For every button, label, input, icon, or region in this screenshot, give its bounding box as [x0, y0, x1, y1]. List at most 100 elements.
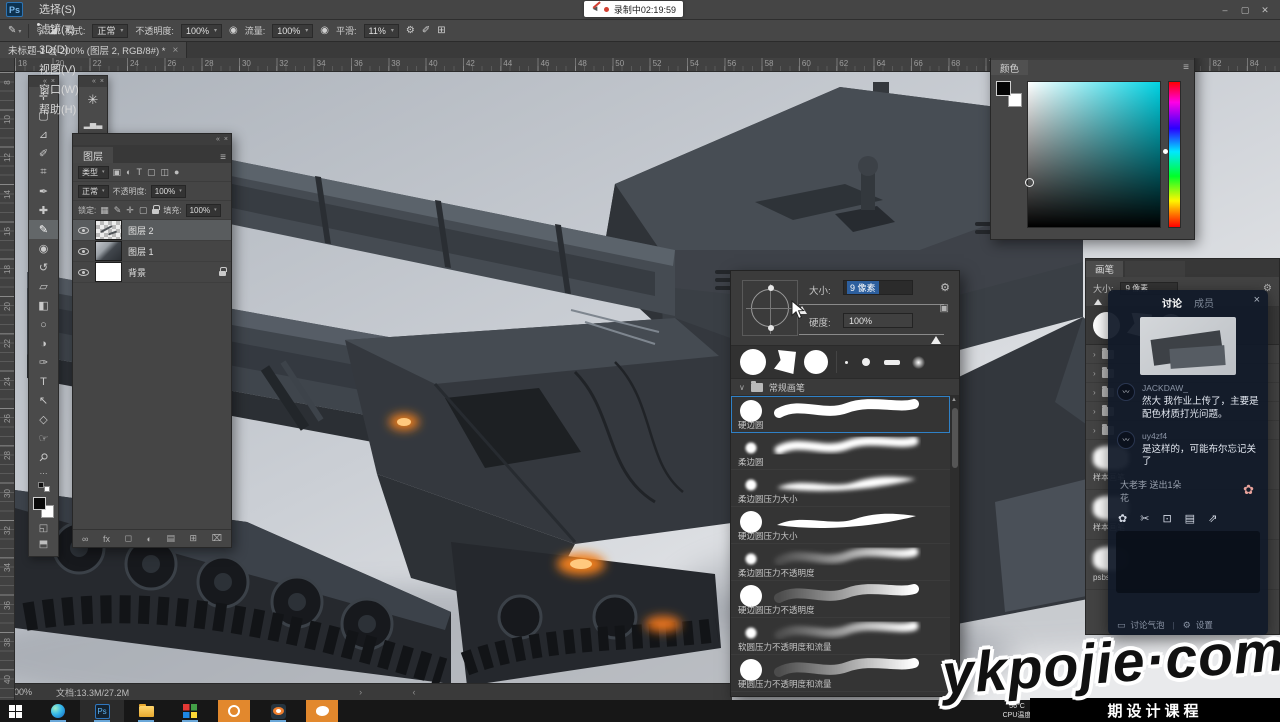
- layer-thumbnail[interactable]: [95, 220, 122, 240]
- hardness-field[interactable]: 100%: [843, 313, 913, 328]
- scroll-up-icon[interactable]: ▲: [951, 397, 957, 403]
- recent-brush-dot-icon[interactable]: [862, 358, 870, 366]
- hue-slider[interactable]: [1168, 81, 1181, 228]
- new-layer-icon[interactable]: ⊞: [190, 533, 198, 544]
- recent-brush-flat-icon[interactable]: [884, 360, 900, 365]
- history-brush-tool[interactable]: ↺: [29, 258, 58, 277]
- color-swatches[interactable]: [33, 497, 54, 518]
- fill-select[interactable]: 100%: [186, 204, 221, 217]
- scissors-icon[interactable]: ✂: [1140, 512, 1149, 525]
- close-button[interactable]: ✕: [1256, 1, 1274, 19]
- collapsed-icon[interactable]: ›: [1093, 369, 1096, 378]
- taskbar-clock-app[interactable]: [218, 700, 250, 722]
- lock-position-icon[interactable]: ✛: [126, 205, 134, 216]
- scroll-chevrons[interactable]: › ‹: [359, 687, 440, 697]
- clone-stamp-tool[interactable]: ◉: [29, 239, 58, 258]
- airbrush-opacity-icon[interactable]: ◉: [229, 25, 238, 36]
- smoothing-select[interactable]: 11%: [364, 24, 399, 38]
- layer-row[interactable]: 图层 2: [73, 220, 231, 241]
- eyedropper-tool[interactable]: ✒: [29, 182, 58, 201]
- brush-preset[interactable]: 硬圆压力不透明度和流量: [731, 655, 950, 692]
- hue-slider-handle[interactable]: [1163, 149, 1168, 154]
- recent-brush-round-icon[interactable]: [804, 350, 828, 374]
- healing-brush-tool[interactable]: ✚: [29, 201, 58, 220]
- menu-item[interactable]: 窗口(W): [31, 80, 87, 100]
- brush-angle-icon[interactable]: ✐: [422, 25, 430, 36]
- type-tool[interactable]: T: [29, 372, 58, 391]
- collapsed-icon[interactable]: ›: [1093, 426, 1096, 435]
- color-picker-circle[interactable]: [1025, 178, 1034, 187]
- layer-row[interactable]: 背景: [73, 262, 231, 283]
- brush-preset[interactable]: 柔边圆: [731, 433, 950, 470]
- brush-tool[interactable]: ✎: [29, 220, 58, 239]
- photoshop-logo[interactable]: Ps: [6, 2, 23, 17]
- collapse-icon[interactable]: «: [216, 136, 220, 143]
- brush-tip-angle-control[interactable]: [742, 280, 798, 336]
- shape-tool[interactable]: ◇: [29, 410, 58, 429]
- gradient-tool[interactable]: ◧: [29, 296, 58, 315]
- screen-mode-icon[interactable]: ⬒: [39, 536, 48, 552]
- expand-icon[interactable]: ∨: [739, 383, 745, 392]
- layers-tab[interactable]: 图层: [73, 147, 113, 163]
- tip-handle[interactable]: [768, 285, 774, 291]
- lock-transparent-icon[interactable]: ▦: [100, 205, 109, 216]
- recent-brush-soft-icon[interactable]: [912, 356, 925, 369]
- brush-preset[interactable]: 柔边圆压力不透明度: [731, 544, 950, 581]
- dodge-tool[interactable]: ◑: [29, 334, 58, 353]
- gear-icon[interactable]: ⚙: [940, 281, 950, 294]
- taskbar-grid-app[interactable]: [168, 700, 212, 722]
- lock-pixels-icon[interactable]: ✎: [114, 205, 122, 216]
- hardness-slider-handle[interactable]: [931, 336, 941, 344]
- type-layer-filter-icon[interactable]: T: [136, 167, 142, 177]
- layer-thumbnail[interactable]: [95, 262, 122, 282]
- tablet-pressure-icon[interactable]: ⊞: [437, 25, 445, 36]
- visibility-eye-icon[interactable]: [78, 227, 89, 234]
- layer-row[interactable]: 图层 1: [73, 241, 231, 262]
- size-slider-handle[interactable]: [1094, 299, 1102, 305]
- sticker-icon[interactable]: ▤: [1185, 512, 1195, 525]
- color-swatches[interactable]: [996, 81, 1022, 107]
- taskbar-blender[interactable]: [256, 700, 300, 722]
- document-close-icon[interactable]: ×: [172, 45, 178, 56]
- close-icon[interactable]: ×: [224, 136, 228, 143]
- taskbar-photoshop[interactable]: Ps: [80, 700, 124, 722]
- collapsed-icon[interactable]: ›: [1093, 407, 1096, 416]
- size-slider[interactable]: [799, 304, 944, 305]
- recent-brush-hard-round-icon[interactable]: [740, 349, 766, 375]
- document-tab[interactable]: 未标题-1 @ 200% (图层 2, RGB/8#) * ×: [0, 42, 187, 58]
- quick-mask-icon[interactable]: ◱: [39, 520, 48, 536]
- panel-menu-icon[interactable]: ≡: [1183, 62, 1189, 73]
- lock-all-icon[interactable]: [152, 209, 159, 214]
- collapsed-icon[interactable]: ›: [1093, 388, 1096, 397]
- foreground-color-swatch[interactable]: [996, 81, 1011, 96]
- quick-selection-tool[interactable]: ✐: [29, 144, 58, 163]
- taskbar-elephant-app[interactable]: [306, 700, 338, 722]
- filter-toggle-icon[interactable]: ●: [174, 167, 179, 177]
- chat-input[interactable]: [1116, 531, 1260, 593]
- brush-preset[interactable]: 软圆压力不透明度和流量: [731, 618, 950, 655]
- default-swatches-icon[interactable]: [38, 482, 50, 492]
- lasso-tool[interactable]: ⊿: [29, 125, 58, 144]
- saturation-brightness-field[interactable]: [1027, 81, 1161, 228]
- restore-button[interactable]: ▢: [1236, 1, 1254, 19]
- layer-style-icon[interactable]: fx: [103, 534, 110, 544]
- new-preset-icon[interactable]: ▣: [940, 303, 949, 314]
- brush-preset[interactable]: 柔边圆压力大小: [731, 470, 950, 507]
- shared-image-thumbnail[interactable]: [1140, 317, 1236, 375]
- tip-handle[interactable]: [768, 325, 774, 331]
- active-tool-icon[interactable]: ✎: [8, 25, 21, 36]
- path-selection-tool[interactable]: ↖: [29, 391, 58, 410]
- tab-members[interactable]: 成员: [1194, 295, 1214, 310]
- adjustment-icon[interactable]: ◐: [147, 534, 152, 544]
- menu-item[interactable]: 3D(D): [31, 40, 87, 60]
- link-icon[interactable]: ∞: [82, 534, 88, 544]
- brush-folder-row[interactable]: ∨ 常规画笔: [731, 379, 959, 396]
- menu-item[interactable]: 视图(V): [31, 60, 87, 80]
- menu-item[interactable]: 帮助(H): [31, 100, 87, 120]
- smart-object-filter-icon[interactable]: ◫: [160, 167, 169, 178]
- visibility-eye-icon[interactable]: [78, 269, 89, 276]
- start-button[interactable]: [9, 705, 22, 718]
- layer-mask-icon[interactable]: ◻: [125, 533, 132, 544]
- taskbar-edge[interactable]: [36, 700, 80, 722]
- collapse-icon[interactable]: «: [92, 78, 96, 85]
